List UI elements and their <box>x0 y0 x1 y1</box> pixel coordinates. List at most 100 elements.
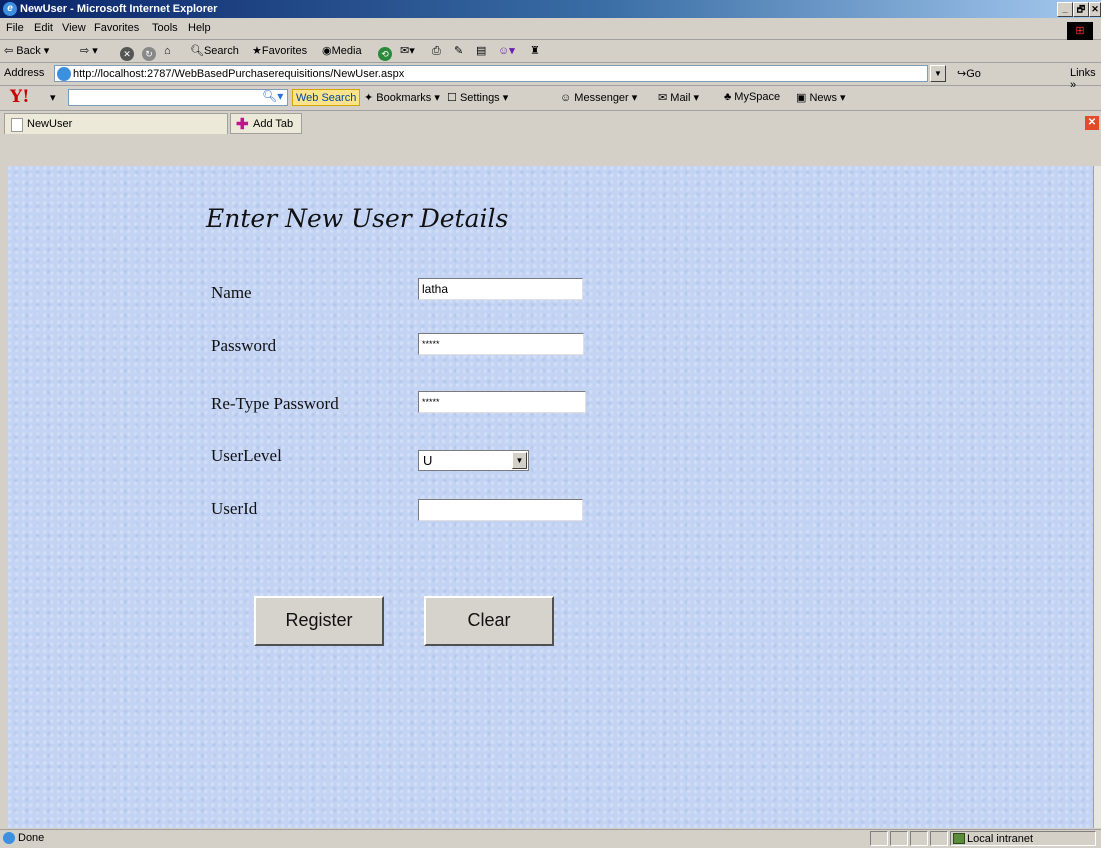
favorites-icon: ★ <box>252 45 262 57</box>
userid-label: UserId <box>211 499 258 518</box>
menu-tools[interactable]: Tools <box>152 22 178 34</box>
password-input[interactable]: ***** <box>418 333 584 355</box>
userid-input[interactable] <box>418 499 583 521</box>
name-label: Name <box>211 283 252 302</box>
standard-toolbar: ⇦ Back ▾ ⇨ ▾ ✕ ↻ ⌂ 🔍︎Search ★Favorites ◉… <box>0 40 1101 63</box>
menu-file[interactable]: File <box>6 22 24 34</box>
clear-button[interactable]: Clear <box>424 596 554 646</box>
status-panel <box>870 831 888 846</box>
userlevel-select[interactable]: U ▼ <box>418 450 529 471</box>
minimize-button[interactable]: _ <box>1057 2 1073 17</box>
home-button[interactable]: ⌂ <box>164 42 171 60</box>
research-button[interactable]: ♜ <box>530 42 540 60</box>
favorites-button[interactable]: ★Favorites <box>252 42 307 60</box>
go-button[interactable]: ↪Go <box>957 67 981 80</box>
userlevel-selected-value: U <box>423 453 433 468</box>
messenger-button[interactable]: ☺ Messenger ▾ <box>560 91 637 104</box>
yahoo-toolbar: Y! ▾ 🔍︎▾ Web Search ✦ Bookmarks ▾ ☐ Sett… <box>0 86 1101 111</box>
retype-password-input[interactable]: ***** <box>418 391 586 413</box>
news-icon: ▣ <box>796 92 807 104</box>
bookmarks-button[interactable]: ✦ Bookmarks ▾ <box>364 91 440 104</box>
address-input[interactable]: http://localhost:2787/WebBasedPurchasere… <box>54 65 928 82</box>
status-panel <box>910 831 928 846</box>
back-arrow-icon: ⇦ <box>4 45 14 57</box>
password-label: Password <box>211 336 277 355</box>
yahoo-messenger-button[interactable]: ☺▾ <box>498 42 515 60</box>
search-icon: 🔍︎ <box>190 45 204 57</box>
forward-arrow-icon: ⇨ <box>80 45 90 57</box>
research-icon: ♜ <box>530 45 540 57</box>
media-icon: ◉ <box>322 45 332 57</box>
close-tab-icon[interactable]: ✕ <box>1085 116 1099 130</box>
menu-bar: File Edit View Favorites Tools Help ⊞ <box>0 19 1101 40</box>
yahoo-menu-dropdown-icon[interactable]: ▾ <box>50 91 56 104</box>
userlevel-label: UserLevel <box>211 446 282 465</box>
security-zone: Local intranet <box>950 831 1096 846</box>
windows-logo-icon: ⊞ <box>1067 22 1093 40</box>
add-tab-button[interactable]: ✚ Add Tab <box>230 113 302 134</box>
history-icon: ⟲ <box>378 47 392 61</box>
search-icon[interactable]: 🔍︎▾ <box>262 89 283 103</box>
page-title: Enter New User Details <box>206 204 509 233</box>
search-button[interactable]: 🔍︎Search <box>190 42 239 60</box>
status-bar: Done Local intranet <box>0 829 1101 848</box>
name-input[interactable]: latha <box>418 278 583 300</box>
status-panel <box>890 831 908 846</box>
back-button[interactable]: ⇦ Back ▾ <box>4 42 49 60</box>
menu-edit[interactable]: Edit <box>34 22 53 34</box>
yahoo-search-input[interactable] <box>68 89 288 106</box>
menu-help[interactable]: Help <box>188 22 211 34</box>
forward-button[interactable]: ⇨ ▾ <box>80 42 98 60</box>
retype-password-label: Re-Type Password <box>211 394 339 413</box>
ie-icon: e <box>3 2 17 16</box>
maximize-button[interactable]: 🗗 <box>1073 2 1089 17</box>
status-text: Done <box>18 832 45 844</box>
web-search-button[interactable]: Web Search <box>292 89 361 106</box>
myspace-icon: ♣ <box>724 91 732 103</box>
mail-toolbar-icon: ✉▾ <box>400 45 415 57</box>
plus-icon: ✚ <box>236 116 249 133</box>
go-arrow-icon: ↪ <box>957 68 967 80</box>
intranet-icon <box>953 833 965 844</box>
stop-button[interactable]: ✕ <box>120 42 136 61</box>
menu-favorites[interactable]: Favorites <box>94 22 139 34</box>
settings-icon: ☐ <box>447 92 457 104</box>
menu-view[interactable]: View <box>62 22 86 34</box>
refresh-button[interactable]: ↻ <box>142 42 158 61</box>
mail-button[interactable]: ✉ Mail ▾ <box>658 91 699 104</box>
page-favicon-icon <box>57 67 71 81</box>
print-icon: ⎙ <box>432 45 441 57</box>
chevron-down-icon[interactable]: ▼ <box>512 452 527 469</box>
close-window-button[interactable]: ✕ <box>1089 2 1101 17</box>
myspace-button[interactable]: ♣ MySpace <box>724 91 780 103</box>
print-button[interactable]: ⎙ <box>432 42 441 60</box>
address-bar: Address http://localhost:2787/WebBasedPu… <box>0 63 1101 91</box>
window-title: NewUser - Microsoft Internet Explorer <box>20 3 218 15</box>
address-dropdown-button[interactable]: ▼ <box>930 65 946 82</box>
dropdown-arrow-icon: ▼ <box>934 69 942 78</box>
title-bar: e NewUser - Microsoft Internet Explorer … <box>0 0 1101 18</box>
history-button[interactable]: ⟲ <box>378 42 394 61</box>
media-button[interactable]: ◉Media <box>322 42 362 60</box>
register-button[interactable]: Register <box>254 596 384 646</box>
address-label: Address <box>4 67 45 79</box>
yahoo-icon: ☺▾ <box>498 45 515 57</box>
address-url: http://localhost:2787/WebBasedPurchasere… <box>73 68 405 80</box>
tab-bar: NewUser ✚ Add Tab ✕ <box>0 111 1101 163</box>
bookmarks-icon: ✦ <box>364 92 374 104</box>
page-content: Enter New User Details Name latha Passwo… <box>8 166 1093 828</box>
settings-button[interactable]: ☐ Settings ▾ <box>447 91 508 104</box>
mail-icon: ✉ <box>658 92 668 104</box>
yahoo-logo[interactable]: Y! <box>10 89 30 106</box>
mail-toolbar-button[interactable]: ✉▾ <box>400 42 415 60</box>
document-icon <box>11 118 23 132</box>
edit-button[interactable]: ✎ <box>454 42 463 60</box>
discuss-icon: ▤ <box>476 45 487 57</box>
news-button[interactable]: ▣ News ▾ <box>796 91 846 104</box>
vertical-scrollbar[interactable] <box>1093 166 1101 828</box>
page-status-icon <box>3 832 15 844</box>
tab-newuser[interactable]: NewUser <box>4 113 228 134</box>
messenger-icon: ☺ <box>560 92 572 104</box>
status-panel <box>930 831 948 846</box>
discuss-button[interactable]: ▤ <box>476 42 486 60</box>
